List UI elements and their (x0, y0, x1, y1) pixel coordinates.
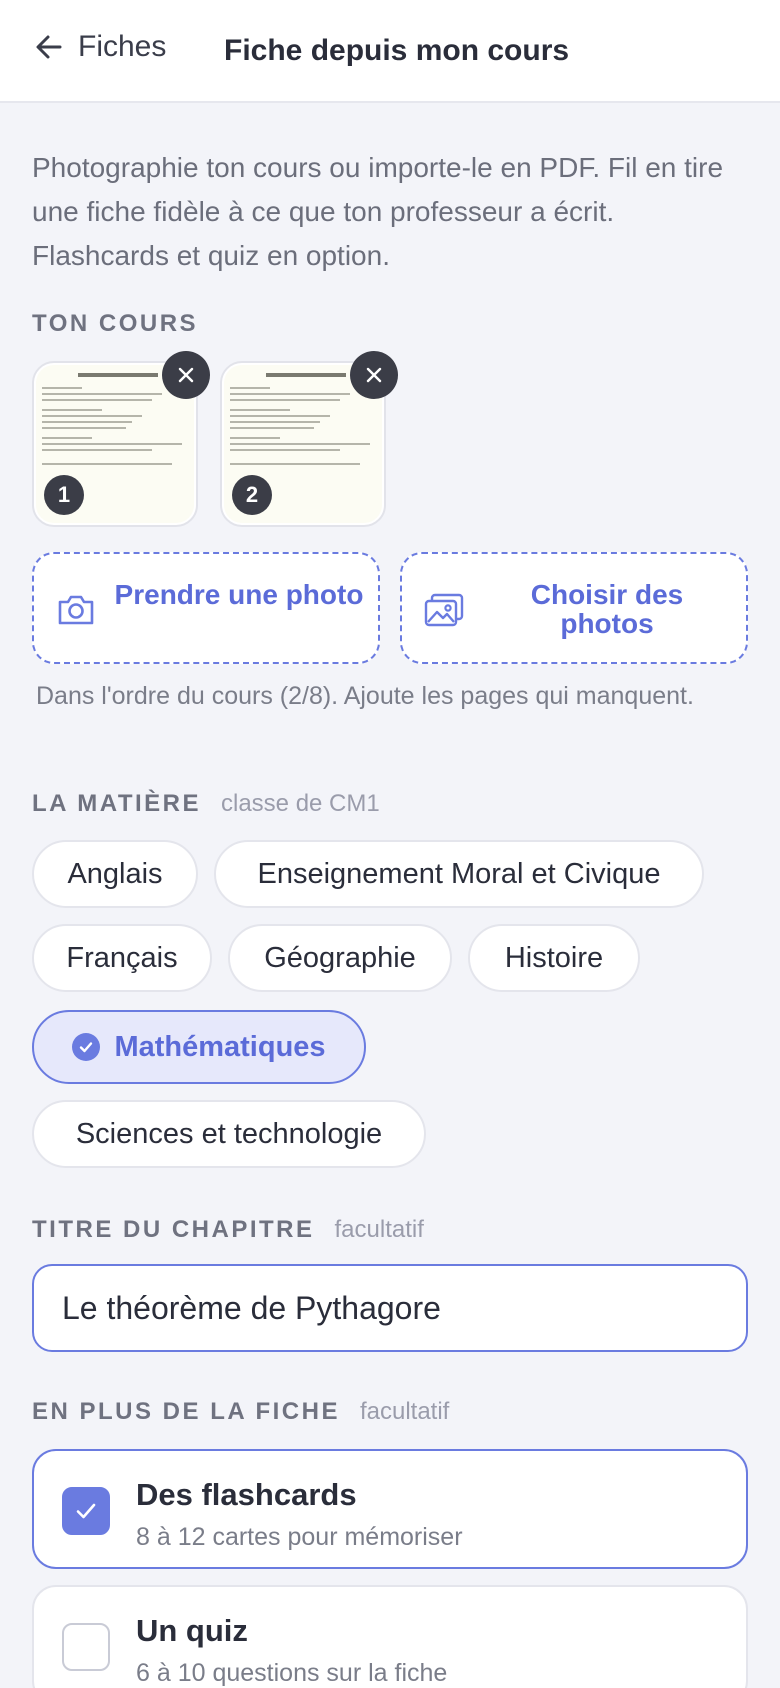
check-circle-icon (72, 1033, 101, 1061)
chapter-label: TITRE DU CHAPITRE (32, 1216, 315, 1243)
page-number-badge: 2 (232, 475, 272, 515)
choose-photos-label: Choisir des photos (530, 579, 684, 639)
top-bar: Fiches Fiche depuis mon cours (0, 0, 780, 103)
course-section-label: TON COURS (32, 310, 198, 338)
subject-section-label: LA MATIÈRE classe de CM1 (32, 790, 380, 818)
back-button[interactable]: Fiches (34, 30, 166, 64)
chapter-hint: facultatif (334, 1216, 424, 1243)
subject-chip-emc[interactable]: Enseignement Moral et Civique (214, 840, 704, 908)
gallery-icon (424, 593, 464, 627)
subject-label: LA MATIÈRE (32, 790, 201, 817)
subject-chip-francais[interactable]: Français (32, 924, 212, 992)
subject-chip-geographie[interactable]: Géographie (228, 924, 452, 992)
course-label: TON COURS (32, 310, 199, 337)
page-order-note: Dans l'ordre du cours (2/8). Ajoute les … (36, 682, 694, 710)
chapter-title-input[interactable] (32, 1264, 748, 1352)
close-icon (366, 367, 382, 383)
quiz-option[interactable]: Un quiz 6 à 10 questions sur la fiche (32, 1585, 748, 1688)
quiz-subtitle: 6 à 10 questions sur la fiche (136, 1659, 448, 1687)
flashcards-title: Des flashcards (136, 1477, 357, 1512)
flashcards-option[interactable]: Des flashcards 8 à 12 cartes pour mémori… (32, 1449, 748, 1569)
subject-chip-label: Mathématiques (114, 1030, 326, 1063)
close-icon (178, 367, 194, 383)
quiz-checkbox[interactable] (62, 1623, 110, 1671)
back-label: Fiches (78, 30, 167, 63)
page-number-badge: 1 (44, 475, 84, 515)
page-title: Fiche depuis mon cours (224, 34, 570, 67)
quiz-title: Un quiz (136, 1613, 248, 1648)
subject-chip-sciences[interactable]: Sciences et technologie (32, 1100, 426, 1168)
choose-photos-button[interactable]: Choisir des photos (400, 552, 748, 664)
flashcards-subtitle: 8 à 12 cartes pour mémoriser (136, 1523, 463, 1551)
arrow-left-icon (36, 35, 62, 59)
take-photo-label: Prendre une photo (114, 579, 364, 610)
subject-chip-histoire[interactable]: Histoire (468, 924, 640, 992)
extras-label: EN PLUS DE LA FICHE (32, 1398, 340, 1425)
extras-hint: facultatif (359, 1398, 450, 1425)
chapter-section-label: TITRE DU CHAPITRE facultatif (32, 1216, 424, 1244)
take-photo-button[interactable]: Prendre une photo (32, 552, 380, 664)
flashcards-checkbox[interactable] (62, 1487, 110, 1535)
remove-page-button[interactable] (350, 351, 398, 399)
page-thumbnail-2[interactable]: 2 (220, 351, 398, 527)
checkmark-icon (76, 1503, 96, 1519)
intro-text: Photographie ton cours ou importe-le en … (32, 152, 724, 271)
page-thumbnail-1[interactable]: 1 (32, 351, 210, 527)
remove-page-button[interactable] (162, 351, 210, 399)
subject-hint: classe de CM1 (221, 790, 380, 817)
subject-chip-anglais[interactable]: Anglais (32, 840, 198, 908)
extras-section-label: EN PLUS DE LA FICHE facultatif (32, 1398, 449, 1426)
subject-chip-mathematiques[interactable]: Mathématiques (32, 1010, 366, 1084)
camera-icon (58, 595, 94, 625)
